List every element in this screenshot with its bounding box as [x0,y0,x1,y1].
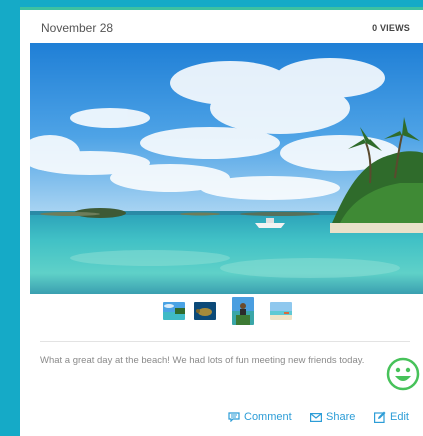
envelope-icon [310,412,322,422]
thumbnail-strip [20,296,423,330]
thumbnail-person-on-beach[interactable] [232,297,254,325]
comment-button[interactable]: Comment [228,411,292,423]
post-actions: Comment Share Edit [20,411,423,431]
edit-label: Edit [390,411,409,423]
post-header: November 28 0 VIEWS [20,10,423,43]
edit-button[interactable]: Edit [374,411,409,423]
thumbnail-beach-island[interactable] [163,302,185,320]
edit-icon [374,411,386,423]
thumbnail-beach-shore[interactable] [270,302,292,320]
post-caption: What a great day at the beach! We had lo… [40,355,365,366]
main-photo[interactable] [30,43,423,294]
post-date: November 28 [41,21,114,35]
share-label: Share [326,411,356,423]
comment-icon [228,412,240,422]
comment-label: Comment [244,411,292,423]
divider [40,341,410,342]
share-button[interactable]: Share [310,411,355,423]
smiley-icon [386,357,420,391]
thumbnail-sea-turtle[interactable] [194,302,216,320]
view-count: 0 VIEWS [372,23,410,33]
post-card: November 28 0 VIEWS What a great day at … [20,7,423,436]
